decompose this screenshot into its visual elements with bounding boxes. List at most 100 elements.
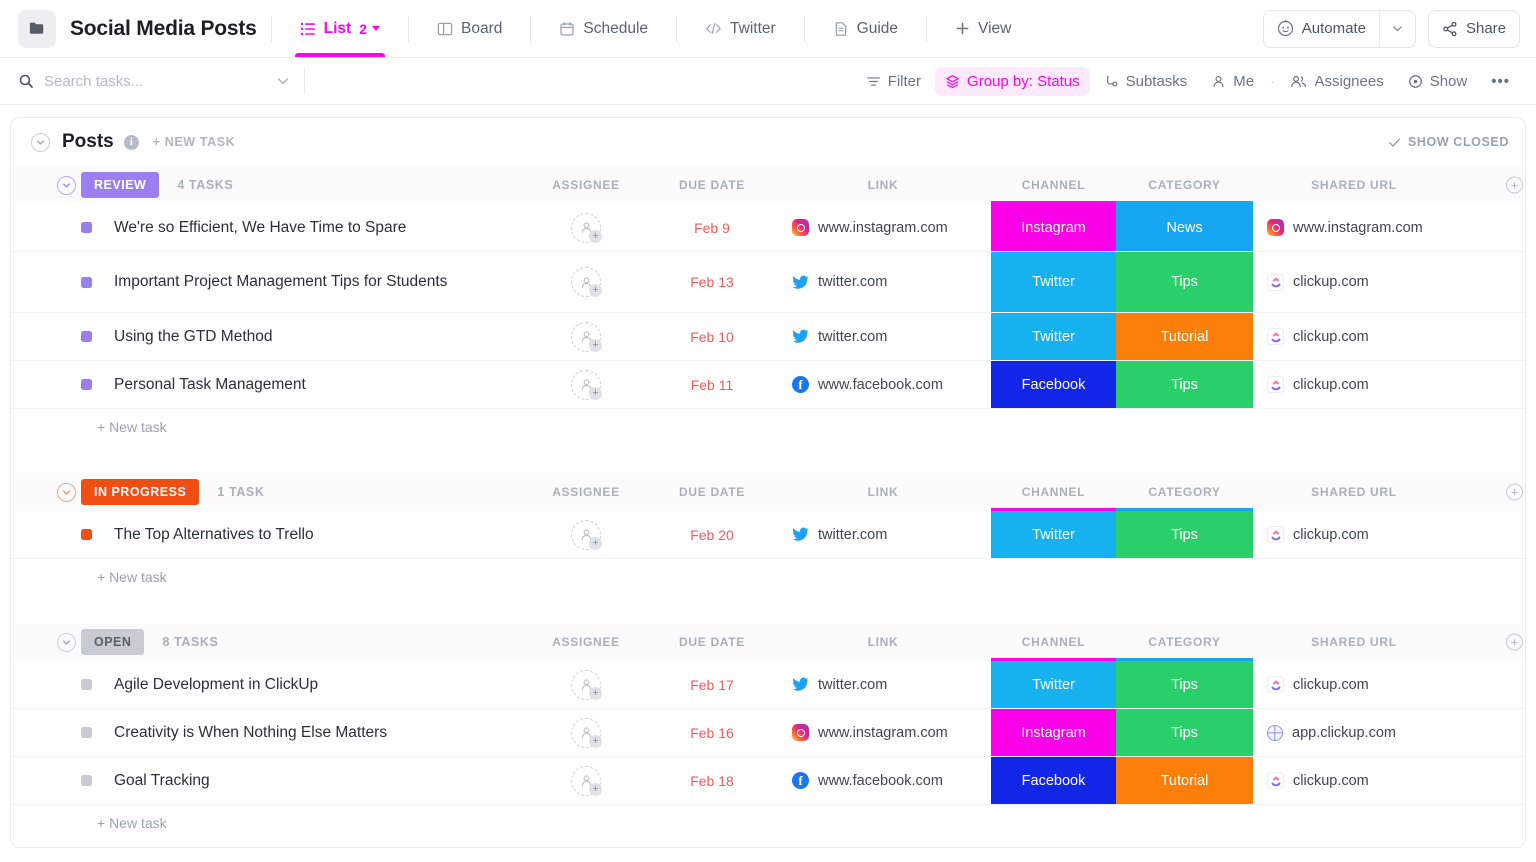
status-square[interactable] (81, 679, 92, 690)
new-task-button[interactable]: + NEW TASK (153, 135, 236, 149)
link-cell[interactable]: www.instagram.com (786, 204, 980, 251)
tab-twitter[interactable]: Twitter (691, 0, 790, 57)
status-square[interactable] (81, 529, 92, 540)
more-options-button[interactable]: ••• (1481, 67, 1520, 96)
task-name-cell[interactable]: Agile Development in ClickUp (11, 670, 521, 699)
task-name-cell[interactable]: Personal Task Management (11, 370, 521, 399)
column-header-link[interactable]: LINK (786, 178, 980, 192)
column-header-assignee[interactable]: ASSIGNEE (531, 635, 641, 649)
assignees-button[interactable]: Assignees (1280, 67, 1393, 96)
task-name-cell[interactable]: Important Project Management Tips for St… (11, 267, 521, 296)
add-task-row[interactable]: + New task (11, 805, 1525, 841)
add-view-button[interactable]: View (941, 0, 1025, 57)
shared-url-cell[interactable]: clickup.com (1259, 252, 1479, 312)
task-name-cell[interactable]: Creativity is When Nothing Else Matters (11, 718, 521, 747)
category-cell[interactable]: Tips (1116, 661, 1253, 708)
column-header-channel[interactable]: CHANNEL (991, 485, 1116, 499)
table-row[interactable]: We're so Efficient, We Have Time to Spar… (11, 204, 1525, 252)
due-date-cell[interactable]: Feb 17 (651, 661, 773, 708)
column-header-category[interactable]: CATEGORY (1116, 178, 1253, 192)
column-header-channel[interactable]: CHANNEL (991, 178, 1116, 192)
shared-url-cell[interactable]: app.clickup.com (1259, 709, 1479, 756)
status-badge[interactable]: REVIEW (81, 172, 160, 198)
table-row[interactable]: Goal Tracking + Feb 18 f www.facebook.com Fac… (11, 757, 1525, 805)
category-cell[interactable]: News (1116, 204, 1253, 251)
channel-cell[interactable]: Instagram (991, 709, 1116, 756)
due-date-cell[interactable]: Feb 9 (651, 204, 773, 251)
channel-cell[interactable]: Twitter (991, 252, 1116, 312)
assignee-cell[interactable]: + (531, 757, 641, 804)
due-date-cell[interactable]: Feb 20 (651, 511, 773, 558)
column-header-due_date[interactable]: DUE DATE (651, 635, 773, 649)
tab-schedule[interactable]: Schedule (545, 0, 662, 57)
shared-url-cell[interactable]: clickup.com (1259, 511, 1479, 558)
link-cell[interactable]: twitter.com (786, 313, 980, 360)
due-date-cell[interactable]: Feb 18 (651, 757, 773, 804)
column-header-link[interactable]: LINK (786, 485, 980, 499)
task-name-cell[interactable]: We're so Efficient, We Have Time to Spar… (11, 213, 521, 242)
task-name-cell[interactable]: Using the GTD Method (11, 322, 521, 351)
due-date-cell[interactable]: Feb 11 (651, 361, 773, 408)
table-row[interactable]: Important Project Management Tips for St… (11, 252, 1525, 313)
category-cell[interactable]: Tutorial (1116, 313, 1253, 360)
automate-dropdown-toggle[interactable] (1378, 10, 1415, 47)
category-cell[interactable]: Tips (1116, 709, 1253, 756)
status-square[interactable] (81, 727, 92, 738)
channel-cell[interactable]: Facebook (991, 757, 1116, 804)
column-header-shared_url[interactable]: SHARED URL (1259, 485, 1449, 499)
add-assignee-button[interactable]: + (571, 765, 602, 796)
column-header-link[interactable]: LINK (786, 635, 980, 649)
channel-cell[interactable]: Facebook (991, 361, 1116, 408)
status-badge[interactable]: OPEN (81, 629, 145, 655)
task-name-cell[interactable]: The Top Alternatives to Trello (11, 520, 521, 549)
add-assignee-button[interactable]: + (571, 369, 602, 400)
link-cell[interactable]: twitter.com (786, 661, 980, 708)
me-button[interactable]: Me (1201, 67, 1264, 96)
assignee-cell[interactable]: + (531, 252, 641, 312)
status-square[interactable] (81, 276, 92, 288)
column-header-shared_url[interactable]: SHARED URL (1259, 178, 1449, 192)
due-date-cell[interactable]: Feb 13 (651, 252, 773, 312)
table-row[interactable]: Personal Task Management + Feb 11 f www.face… (11, 361, 1525, 409)
add-assignee-button[interactable]: + (571, 267, 602, 297)
tab-board[interactable]: Board (423, 0, 516, 57)
show-button[interactable]: Show (1398, 67, 1478, 96)
collapse-group-toggle[interactable] (57, 632, 76, 652)
channel-cell[interactable]: Twitter (991, 313, 1116, 360)
table-row[interactable]: Using the GTD Method + Feb 10 twitter.com Tw… (11, 313, 1525, 361)
shared-url-cell[interactable]: www.instagram.com (1259, 204, 1479, 251)
link-cell[interactable]: twitter.com (786, 511, 980, 558)
share-button[interactable]: Share (1427, 9, 1520, 48)
assignee-cell[interactable]: + (531, 204, 641, 251)
link-cell[interactable]: f www.facebook.com (786, 361, 980, 408)
group-by-button[interactable]: Group by: Status (935, 66, 1090, 96)
shared-url-cell[interactable]: clickup.com (1259, 361, 1479, 408)
assignee-cell[interactable]: + (531, 709, 641, 756)
info-icon[interactable]: i (123, 134, 139, 150)
channel-cell[interactable]: Instagram (991, 204, 1116, 251)
status-square[interactable] (81, 331, 92, 342)
search-chevron-down-icon[interactable] (276, 74, 290, 88)
link-cell[interactable]: f www.facebook.com (786, 757, 980, 804)
column-header-channel[interactable]: CHANNEL (991, 635, 1116, 649)
shared-url-cell[interactable]: clickup.com (1259, 757, 1479, 804)
status-square[interactable] (81, 222, 92, 233)
channel-cell[interactable]: Twitter (991, 661, 1116, 708)
link-cell[interactable]: www.instagram.com (786, 709, 980, 756)
assignee-cell[interactable]: + (531, 511, 641, 558)
collapse-group-toggle[interactable] (57, 175, 76, 195)
category-cell[interactable]: Tips (1116, 511, 1253, 558)
shared-url-cell[interactable]: clickup.com (1259, 313, 1479, 360)
tab-guide[interactable]: Guide (819, 0, 912, 57)
column-header-due_date[interactable]: DUE DATE (651, 178, 773, 192)
due-date-cell[interactable]: Feb 16 (651, 709, 773, 756)
subtasks-button[interactable]: Subtasks (1094, 67, 1198, 96)
category-cell[interactable]: Tips (1116, 252, 1253, 312)
collapse-group-toggle[interactable] (57, 482, 76, 502)
shared-url-cell[interactable]: clickup.com (1259, 661, 1479, 708)
add-column-button[interactable]: + (1506, 633, 1523, 651)
folder-icon[interactable] (18, 9, 56, 48)
list-scroll-area[interactable]: Posts i + NEW TASK SHOW CLOSED REVIEW 4 T… (0, 105, 1536, 862)
column-header-category[interactable]: CATEGORY (1116, 635, 1253, 649)
category-cell[interactable]: Tutorial (1116, 757, 1253, 804)
